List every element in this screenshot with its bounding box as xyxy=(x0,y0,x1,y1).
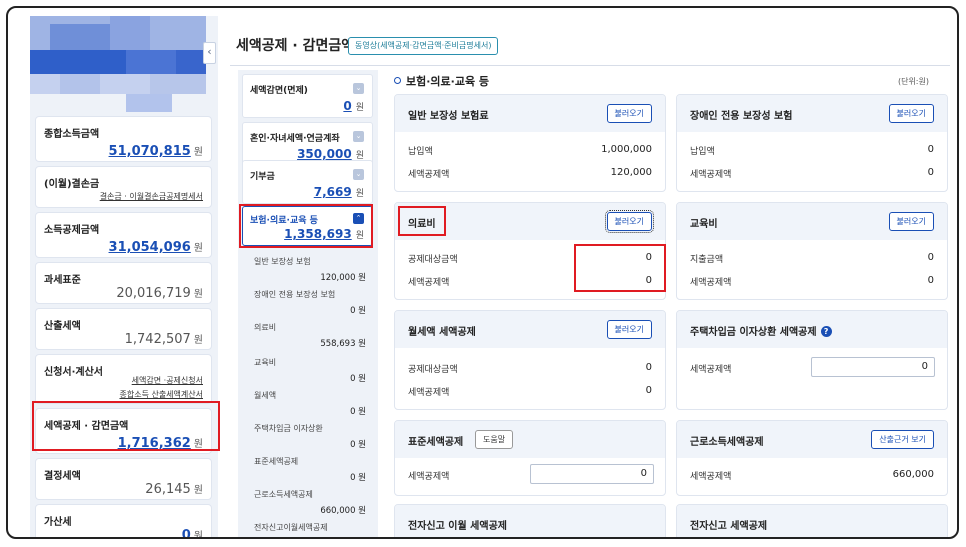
chevron-down-icon[interactable]: ⌄ xyxy=(353,83,364,94)
nav-card-value[interactable]: 7,669 원 xyxy=(314,185,364,199)
nav-sub-item[interactable]: 표준세액공제 0 원 xyxy=(254,456,366,483)
highlight-box-insurance-nav xyxy=(239,204,373,248)
summary-item-value[interactable]: 51,070,815 원 xyxy=(109,143,203,159)
summary-item-forms: 신청서·계산서 세액감면 ·공제신청서 종합소득 산출세액계산서 xyxy=(35,354,212,404)
card-e-filing-carryover: 전자신고 이월 세액공제 xyxy=(394,504,666,537)
view-basis-button[interactable]: 산출근거 보기 xyxy=(871,430,934,449)
card-housing-loan-interest: 주택차입금 이자상환 세액공제? 세액공제액 0 xyxy=(676,310,948,410)
summary-item-income-deduction[interactable]: 소득공제금액 31,054,096 원 xyxy=(35,212,212,258)
card-title: 전자신고 세액공제 xyxy=(690,521,768,532)
card-title: 주택차입금 이자상환 세액공제? xyxy=(690,323,832,338)
summary-item-title: 산출세액 xyxy=(44,321,81,332)
nav-sub-item[interactable]: 일반 보장성 보험 120,000 원 xyxy=(254,256,366,283)
card-standard-credit: 표준세액공제 도움말 세액공제액 0 xyxy=(394,420,666,496)
housing-credit-input[interactable]: 0 xyxy=(811,357,935,377)
section-title: 보험·의료·교육 등 xyxy=(394,73,489,89)
load-button[interactable]: 불러오기 xyxy=(604,210,655,233)
summary-item-value: 26,145 원 xyxy=(145,482,203,497)
app-window: 종합소득금액 51,070,815 원 (이월)결손금 결손금 · 이월결손금공제… xyxy=(6,6,959,539)
card-title: 교육비 xyxy=(690,219,718,230)
summary-item-title: (이월)결손금 xyxy=(44,179,100,190)
collapse-sidebar-button[interactable]: ‹ xyxy=(203,42,216,64)
summary-item-title: 신청서·계산서 xyxy=(44,367,103,378)
load-button[interactable]: 불러오기 xyxy=(606,104,652,123)
standard-credit-input[interactable]: 0 xyxy=(530,464,654,484)
summary-item-loss[interactable]: (이월)결손금 결손금 · 이월결손금공제명세서 xyxy=(35,166,212,208)
tax-calculation-statement-link[interactable]: 종합소득 산출세액계산서 xyxy=(119,389,203,400)
nav-sub-item[interactable]: 월세액 0 원 xyxy=(254,390,366,417)
summary-item-title: 결정세액 xyxy=(44,471,81,482)
chevron-down-icon[interactable]: ⌄ xyxy=(353,169,364,180)
summary-item-title: 종합소득금액 xyxy=(44,129,100,140)
load-button[interactable]: 불러오기 xyxy=(888,212,934,231)
summary-item-title: 과세표준 xyxy=(44,275,81,286)
load-button[interactable]: 불러오기 xyxy=(606,320,652,339)
card-monthly-rent: 월세액 세액공제 불러오기 공제대상금액 0 세액공제액 0 xyxy=(394,310,666,410)
nav-card-value[interactable]: 350,000 원 xyxy=(297,147,364,161)
summary-item-value: 1,742,507 원 xyxy=(124,332,203,347)
chevron-left-icon: ‹ xyxy=(207,45,212,58)
load-button[interactable]: 불러오기 xyxy=(888,104,934,123)
card-education: 교육비 불러오기 지출금액 0 세액공제액 0 xyxy=(676,202,948,300)
nav-card-title: 기부금 xyxy=(250,172,275,182)
summary-item-tax-base: 과세표준 20,016,719 원 xyxy=(35,262,212,304)
highlight-box-medical-title xyxy=(398,206,446,236)
nav-sub-item[interactable]: 교육비 0 원 xyxy=(254,357,366,384)
chevron-down-icon[interactable]: ⌄ xyxy=(353,131,364,142)
header-divider xyxy=(230,65,950,66)
nav-sub-item[interactable]: 근로소득세액공제 660,000 원 xyxy=(254,489,366,516)
summary-item-title: 가산세 xyxy=(44,517,72,528)
card-title: 표준세액공제 xyxy=(408,437,464,448)
card-earned-income-credit: 근로소득세액공제 산출근거 보기 세액공제액 660,000 xyxy=(676,420,948,496)
nav-sub-item[interactable]: 전자신고이월세액공제0 원 xyxy=(254,522,366,537)
circle-bullet-icon xyxy=(394,77,401,84)
summary-item-value: 20,016,719 원 xyxy=(116,286,203,301)
card-title: 월세액 세액공제 xyxy=(408,327,476,338)
unit-note: (단위:원) xyxy=(897,77,929,86)
nav-sub-item[interactable]: 장애인 전용 보장성 보험 0 원 xyxy=(254,289,366,316)
summary-item-value[interactable]: 0원 xyxy=(182,527,203,537)
highlight-box-tax-credit xyxy=(32,401,220,451)
deduction-category-nav: 세액감면(면제) ⌄ 0원 혼인·자녀세액·연금계좌 ⌄ 350,000 원 기부… xyxy=(238,70,378,537)
summary-item-calculated-tax: 산출세액 1,742,507 원 xyxy=(35,308,212,350)
question-help-icon[interactable]: ? xyxy=(820,326,832,337)
page-title: 세액공제 · 감면금액 xyxy=(236,38,355,54)
nav-card-value[interactable]: 0원 xyxy=(343,99,364,113)
summary-item-title: 소득공제금액 xyxy=(44,225,100,236)
nav-sub-item[interactable]: 의료비 558,693 원 xyxy=(254,322,366,349)
summary-item-penalty-tax[interactable]: 가산세 0원 xyxy=(35,504,212,537)
card-title: 일반 보장성 보험료 xyxy=(408,111,489,122)
card-disabled-insurance: 장애인 전용 보장성 보험 불러오기 납입액 0 세액공제액 0 xyxy=(676,94,948,192)
video-guide-button[interactable]: 동영상(세액공제·감면금액·준비금명세서) xyxy=(348,37,499,55)
help-button[interactable]: 도움말 xyxy=(475,430,514,449)
card-title: 전자신고 이월 세액공제 xyxy=(408,521,507,532)
summary-item-determined-tax: 결정세액 26,145 원 xyxy=(35,458,212,500)
left-summary-panel: 종합소득금액 51,070,815 원 (이월)결손금 결손금 · 이월결손금공제… xyxy=(30,16,218,537)
card-e-filing: 전자신고 세액공제 xyxy=(676,504,948,537)
summary-item-total-income[interactable]: 종합소득금액 51,070,815 원 xyxy=(35,116,212,162)
blurred-profile-image xyxy=(30,16,206,112)
nav-card-title: 혼인·자녀세액·연금계좌 xyxy=(250,134,340,144)
loss-statement-link[interactable]: 결손금 · 이월결손금공제명세서 xyxy=(100,191,203,202)
reduction-application-link[interactable]: 세액감면 ·공제신청서 xyxy=(132,375,203,386)
nav-card-title: 세액감면(면제) xyxy=(250,86,308,96)
summary-item-value[interactable]: 31,054,096 원 xyxy=(109,239,203,255)
nav-sub-item[interactable]: 주택차입금 이자상환 0 원 xyxy=(254,423,366,450)
nav-card-reduction[interactable]: 세액감면(면제) ⌄ 0원 xyxy=(242,74,373,118)
card-title: 장애인 전용 보장성 보험 xyxy=(690,111,793,122)
card-general-insurance: 일반 보장성 보험료 불러오기 납입액 1,000,000 세액공제액 120,… xyxy=(394,94,666,192)
nav-card-donation[interactable]: 기부금 ⌄ 7,669 원 xyxy=(242,160,373,204)
highlight-box-medical-values xyxy=(574,244,666,292)
card-title: 근로소득세액공제 xyxy=(690,437,764,448)
